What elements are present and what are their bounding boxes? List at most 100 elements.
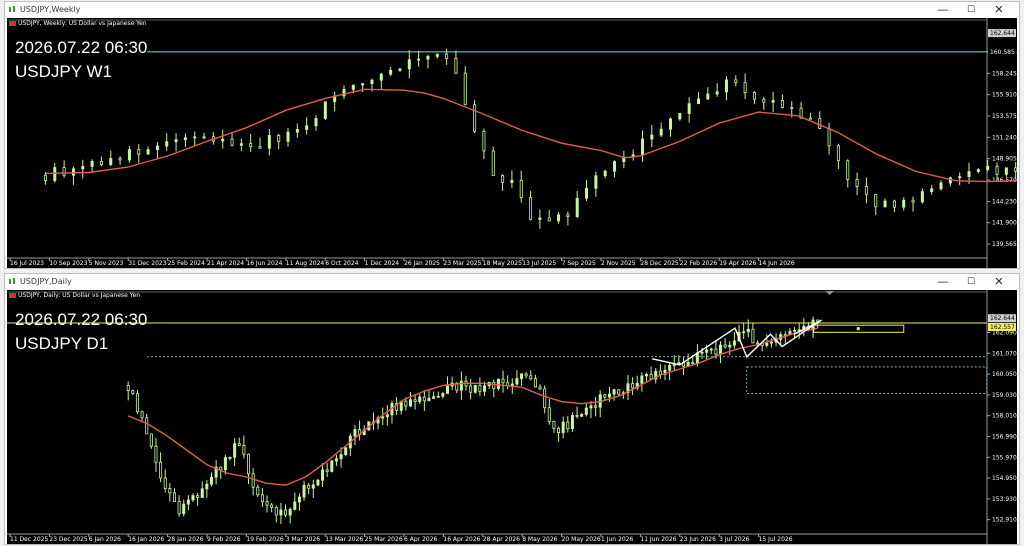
bull-candle	[334, 458, 338, 462]
bull-candle	[71, 168, 75, 176]
close-button[interactable]: ✕	[987, 3, 1011, 17]
maximize-button[interactable]: ☐	[959, 3, 983, 17]
bull-candle	[389, 69, 393, 75]
bull-candle	[659, 128, 663, 136]
bull-candle	[561, 421, 565, 434]
bear-candle	[892, 200, 896, 208]
bear-candle	[469, 385, 473, 393]
bull-candle	[769, 341, 773, 344]
daily-chart-canvas[interactable]: 162.090161.070160.050159.030158.010156.9…	[7, 290, 1017, 544]
weekly-chart-area[interactable]: 160.585 158.245 155.910 153.575 151.240 148.9…	[7, 18, 1017, 268]
bull-candle	[286, 131, 290, 142]
x-tick-label: 5 Nov 2023	[89, 260, 124, 267]
bull-candle	[700, 351, 704, 354]
bear-candle	[529, 197, 533, 220]
bull-candle	[668, 365, 672, 371]
bear-candle	[118, 158, 122, 161]
x-tick-label: 19 Feb 2026	[246, 536, 284, 543]
bull-candle	[496, 378, 500, 389]
daily-title-bar[interactable]: USDJPY,Daily — ☐ ✕	[5, 274, 1019, 290]
bull-candle	[182, 503, 186, 515]
bear-candle	[247, 453, 251, 475]
bull-candle	[407, 59, 411, 70]
bear-candle	[855, 179, 859, 187]
bull-candle	[351, 84, 355, 90]
bear-candle	[492, 381, 496, 389]
bull-candle	[473, 384, 477, 393]
bull-candle	[435, 53, 439, 57]
weekly-chart-header: USDJPY, Weekly: US Dollar vs Japanese Ye…	[9, 20, 147, 27]
bear-candle	[277, 135, 281, 142]
daily-chart-area[interactable]: 162.090 161.070 160.050 159.030 158.010 156.9…	[7, 290, 1017, 544]
bear-candle	[864, 186, 868, 195]
bull-candle	[510, 179, 514, 183]
daily-chart-header: USDJPY, Daily: US Dollar vs Japanese Yen	[9, 292, 140, 299]
bear-candle	[43, 174, 47, 181]
y-tick-label: 156.990	[992, 433, 1017, 440]
bull-candle	[370, 79, 374, 85]
bear-candle	[691, 361, 695, 364]
y-tick-label: 160.050	[992, 371, 1017, 378]
bear-candle	[911, 199, 915, 203]
x-tick-label: 10 Sep 2023	[49, 260, 87, 267]
weekly-title-bar[interactable]: USDJPY,Weekly — ☐ ✕	[5, 2, 1019, 18]
minimize-button[interactable]: —	[931, 3, 955, 17]
bear-candle	[131, 390, 135, 395]
bull-candle	[612, 389, 616, 395]
bear-candle	[230, 138, 234, 146]
x-tick-label: 22 Feb 2026	[680, 260, 718, 267]
yellow-box-marker	[856, 327, 860, 331]
daily-overlay-text: 2026.07.22 06:30 USDJPY D1	[15, 308, 147, 356]
bear-candle	[524, 373, 528, 377]
x-tick-label: 25 Feb 2024	[168, 260, 206, 267]
bear-candle	[325, 469, 329, 472]
x-tick-label: 8 May 2026	[522, 536, 557, 543]
close-button[interactable]: ✕	[987, 275, 1011, 289]
bear-candle	[137, 149, 141, 155]
bear-candle	[256, 486, 260, 496]
bear-candle	[149, 433, 153, 447]
bear-candle	[463, 72, 467, 106]
bull-candle	[644, 374, 648, 377]
bull-candle	[902, 199, 906, 208]
chart-window-icon	[9, 278, 15, 284]
bull-candle	[311, 484, 315, 489]
bull-candle	[594, 175, 598, 189]
weekly-chart-canvas[interactable]: 160.585 158.245 155.910 153.575 151.240 148.9…	[7, 18, 1017, 268]
bear-candle	[260, 494, 264, 503]
bull-candle	[687, 103, 691, 114]
bear-candle	[827, 127, 831, 147]
bull-candle	[339, 454, 343, 460]
bull-candle	[223, 457, 227, 471]
bull-candle	[239, 143, 243, 146]
bear-candle	[808, 117, 812, 120]
bear-candle	[566, 421, 570, 430]
minimize-button[interactable]: —	[931, 275, 955, 289]
daily-chart-window[interactable]: USDJPY,Daily — ☐ ✕ 162.090 161.070 160.050…	[4, 273, 1020, 545]
x-tick-label: 9 Feb 2026	[207, 536, 241, 543]
bull-candle	[976, 169, 980, 172]
bull-candle	[426, 55, 430, 60]
price-label: 162.644	[990, 315, 1015, 322]
bear-candle	[566, 214, 570, 217]
bull-candle	[361, 83, 365, 86]
bull-candle	[705, 349, 709, 353]
bull-candle	[640, 375, 644, 384]
bull-candle	[408, 399, 412, 407]
bull-candle	[641, 138, 645, 156]
daily-overlay-datetime: 2026.07.22 06:30	[15, 310, 148, 329]
bull-candle	[719, 344, 723, 355]
bull-candle	[678, 113, 682, 120]
bear-candle	[649, 374, 653, 380]
x-tick-label: 28 Dec 2025	[640, 260, 679, 267]
x-tick-label: 13 Mar 2026	[325, 536, 363, 543]
maximize-button[interactable]: ☐	[959, 275, 983, 289]
bear-candle	[237, 443, 241, 446]
x-tick-label: 31 Dec 2023	[128, 260, 167, 267]
x-tick-label: 6 Oct 2024	[325, 260, 358, 267]
bull-candle	[709, 348, 713, 351]
chart-background	[7, 18, 1017, 268]
price-label: 162.557	[990, 324, 1015, 331]
x-tick-label: 14 Jun 2026	[759, 260, 795, 267]
weekly-chart-window[interactable]: USDJPY,Weekly — ☐ ✕ 160.585 158.245 155.91…	[4, 1, 1020, 269]
